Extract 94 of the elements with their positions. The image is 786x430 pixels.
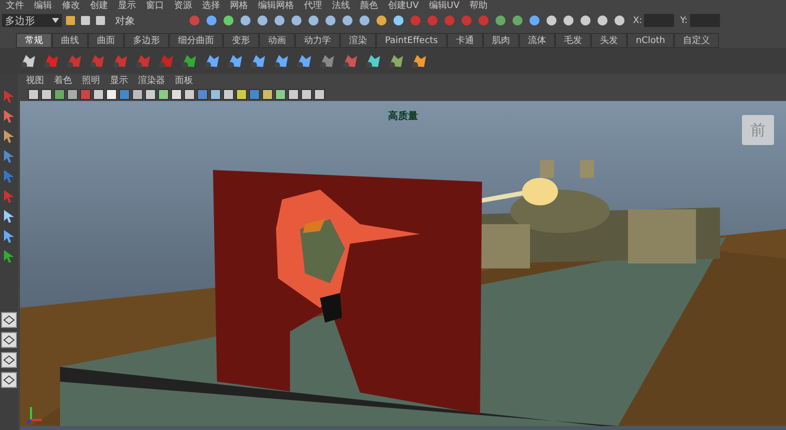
panel-toolbar-icon[interactable] (145, 88, 156, 100)
menu-item[interactable]: 显示 (118, 1, 136, 11)
shelf-tab[interactable]: 渲染 (340, 33, 376, 48)
shelf-tab[interactable]: 卡通 (446, 33, 483, 48)
toolbar-icon[interactable] (510, 13, 525, 28)
panel-toolbar-icon[interactable] (210, 88, 221, 100)
object-field[interactable]: 对象 (109, 14, 185, 28)
toolbar-icon[interactable] (221, 13, 236, 28)
menu-item[interactable]: 选择 (202, 1, 220, 11)
panel-toolbar-icon[interactable] (67, 88, 78, 100)
panel-menu-item[interactable]: 照明 (82, 74, 100, 87)
panel-toolbar-icon[interactable] (41, 88, 52, 100)
panel-menu-item[interactable]: 显示 (110, 74, 128, 87)
panel-toolbar-icon[interactable] (301, 88, 312, 100)
panel-toolbar-icon[interactable] (223, 88, 234, 100)
menu-item[interactable]: 网格 (230, 1, 248, 11)
toolbar-icon[interactable] (289, 13, 304, 28)
shelf-tab[interactable]: 头发 (590, 33, 627, 48)
panel-menu-item[interactable]: 视图 (26, 74, 44, 87)
panel-toolbar-icon[interactable] (236, 88, 247, 100)
y-label: Y: (680, 16, 688, 26)
toolbar-icon[interactable] (527, 13, 542, 28)
menu-item[interactable]: 编辑网格 (258, 1, 294, 11)
x-input-field[interactable] (644, 14, 674, 27)
shelf-tab[interactable]: 动画 (259, 33, 295, 48)
panel-toolbar-icon[interactable] (106, 88, 117, 100)
toolbar-icon[interactable] (493, 13, 508, 28)
panel-menu-item[interactable]: 渲染器 (138, 74, 165, 87)
panel-toolbar-icon[interactable] (288, 88, 299, 100)
panel-menu-item[interactable]: 面板 (175, 74, 193, 87)
menu-item[interactable]: 文件 (6, 1, 24, 11)
axis-gizmo-icon (26, 404, 44, 424)
menu-item[interactable]: 窗口 (146, 1, 164, 11)
layout-icon[interactable] (1, 332, 17, 348)
shelf-tab[interactable]: 肌肉 (482, 33, 519, 48)
y-input-field[interactable] (690, 14, 720, 27)
menu-item[interactable]: 创建 (90, 1, 108, 11)
toolbar-icon[interactable] (255, 13, 270, 28)
toolbar-icon[interactable] (544, 13, 559, 28)
panel-toolbar-icon[interactable] (275, 88, 286, 100)
menu-item[interactable]: 修改 (62, 1, 80, 11)
menu-item[interactable]: 法线 (332, 1, 350, 11)
toolbar-icon[interactable] (391, 13, 406, 28)
caret-icon (52, 18, 59, 23)
toolbar-icon[interactable] (578, 13, 593, 28)
layout-icon[interactable] (1, 312, 17, 328)
toolbar-icon[interactable] (357, 13, 372, 28)
menu-item[interactable]: 创建UV (388, 1, 419, 11)
toolbar-icon[interactable] (79, 14, 92, 27)
menu-item[interactable]: 资源 (174, 1, 192, 11)
toolbar-icon[interactable] (612, 13, 627, 28)
panel-toolbar-icon[interactable] (158, 88, 169, 100)
toolbar-icon[interactable] (374, 13, 389, 28)
toolbar-icon[interactable] (204, 13, 219, 28)
toolbar-icon[interactable] (306, 13, 321, 28)
x-label: X: (633, 16, 642, 26)
menu-item[interactable]: 编辑UV (428, 1, 460, 11)
toolbar-icon[interactable] (595, 13, 610, 28)
shelf-tab[interactable]: 曲面 (88, 33, 124, 48)
panel-toolbar-icon[interactable] (93, 88, 104, 100)
menu-item[interactable]: 颜色 (360, 1, 378, 11)
panel-toolbar-icon[interactable] (171, 88, 182, 100)
layout-icon[interactable] (1, 352, 17, 368)
panel-toolbar-icon[interactable] (184, 88, 195, 100)
panel-toolbar-icon[interactable] (54, 88, 65, 100)
shelf-tab[interactable]: 流体 (518, 33, 555, 48)
shelf-tab[interactable]: 变形 (223, 33, 259, 48)
panel-menu-item[interactable]: 着色 (54, 74, 72, 87)
toolbar-icon[interactable] (323, 13, 338, 28)
mode-dropdown[interactable]: 多边形 (2, 14, 62, 27)
toolbar-icon[interactable] (94, 14, 107, 27)
shelf-tab[interactable]: 细分曲面 (169, 33, 223, 48)
shelf-tab[interactable]: 毛发 (554, 33, 591, 48)
toolbar-icon[interactable] (64, 14, 77, 27)
toolbar-icon[interactable] (238, 13, 253, 28)
shelf-tab[interactable]: 常规 (16, 33, 52, 48)
panel-toolbar-icon[interactable] (28, 88, 39, 100)
panel-toolbar-icon[interactable] (132, 88, 143, 100)
toolbar-icon[interactable] (561, 13, 576, 28)
shelf-tab[interactable]: 动力学 (295, 33, 340, 48)
panel-toolbar-icon[interactable] (262, 88, 273, 100)
shelf-tab[interactable]: 多边形 (124, 33, 169, 48)
toolbar-icon[interactable] (272, 13, 287, 28)
viewport-title: 高质量 (388, 109, 418, 123)
shelf-tab[interactable]: nCloth (626, 33, 674, 48)
menu-item[interactable]: 编辑 (34, 1, 52, 11)
shelf-tab[interactable]: 自定义 (674, 33, 720, 48)
shelf-tab[interactable]: 曲线 (52, 33, 88, 48)
panel-toolbar-icon[interactable] (314, 88, 325, 100)
toolbar-icon[interactable] (340, 13, 355, 28)
menu-item[interactable]: 代理 (304, 1, 322, 11)
layout-icon[interactable] (1, 372, 17, 388)
shelf-tab[interactable]: PaintEffects (376, 33, 447, 48)
menu-item[interactable]: 帮助 (470, 1, 488, 11)
